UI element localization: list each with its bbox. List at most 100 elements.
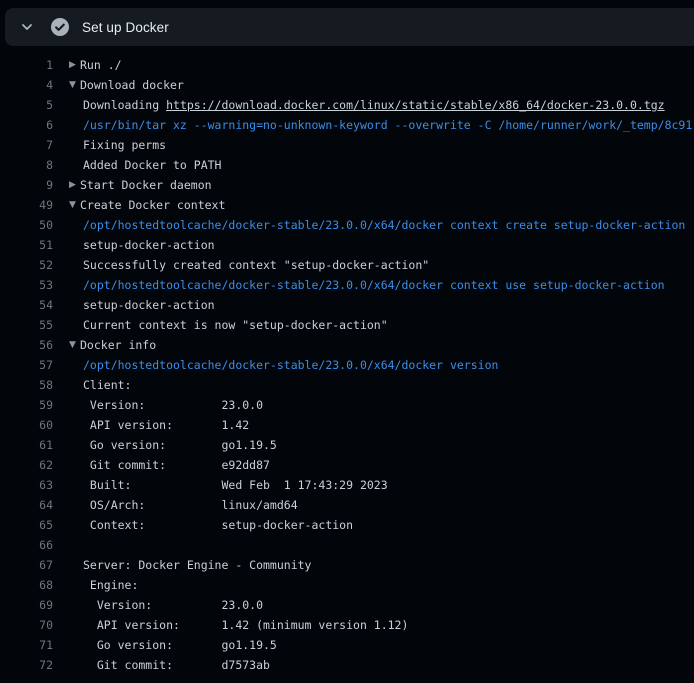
log-line-text: Built: Wed Feb 1 17:43:29 2023 [69,475,388,495]
log-line: 66 [0,535,694,555]
line-number[interactable]: 67 [0,555,53,575]
log-line-text: /opt/hostedtoolcache/docker-stable/23.0.… [69,215,685,235]
log-text: OS/Arch: linux/amd64 [83,498,298,512]
log-text: Fixing perms [83,138,166,152]
line-number[interactable]: 50 [0,215,53,235]
triangle-expanded-icon[interactable]: ▼ [69,335,80,355]
log-line-text: /opt/hostedtoolcache/docker-stable/23.0.… [69,355,498,375]
log-text: Version: 23.0.0 [83,598,263,612]
chevron-down-icon[interactable] [19,19,35,35]
log-line: 70 API version: 1.42 (minimum version 1.… [0,615,694,635]
line-number[interactable]: 65 [0,515,53,535]
line-number[interactable]: 61 [0,435,53,455]
line-number[interactable]: 72 [0,655,53,675]
log-text: Successfully created context "setup-dock… [83,258,429,272]
log-group-line[interactable]: 1 ▶Run ./ [0,55,694,75]
line-number[interactable]: 68 [0,575,53,595]
line-number[interactable]: 4 [0,75,53,95]
log-group-line[interactable]: 49 ▼Create Docker context [0,195,694,215]
group-title-text: Download docker [80,78,184,92]
log-line: 6/usr/bin/tar xz --warning=no-unknown-ke… [0,115,694,135]
log-line: 54 setup-docker-action [0,295,694,315]
group-title-text: Run ./ [80,58,122,72]
log-line-text: Fixing perms [69,135,166,155]
group-title-text: Create Docker context [80,198,225,212]
line-number[interactable]: 62 [0,455,53,475]
line-number[interactable]: 7 [0,135,53,155]
line-number[interactable]: 54 [0,295,53,315]
log-group-line[interactable]: 4 ▼Download docker [0,75,694,95]
triangle-collapsed-icon[interactable]: ▶ [69,175,80,195]
triangle-collapsed-icon[interactable]: ▶ [69,55,80,75]
log-line: 59 Version: 23.0.0 [0,395,694,415]
group-title-text: Docker info [80,338,156,352]
log-line-text: setup-docker-action [69,295,215,315]
log-line-text: Git commit: e92dd87 [69,455,270,475]
line-number[interactable]: 59 [0,395,53,415]
log-line: 55Current context is now "setup-docker-a… [0,315,694,335]
log-text: setup-docker-action [83,238,215,252]
line-number[interactable]: 52 [0,255,53,275]
log-line: 51 setup-docker-action [0,235,694,255]
log-output: 1▶Run ./4▼Download docker5Downloading ht… [0,46,694,683]
line-number[interactable]: 66 [0,535,53,555]
log-line: 58 Client: [0,375,694,395]
log-line: 64 OS/Arch: linux/amd64 [0,495,694,515]
line-number[interactable]: 1 [0,55,53,75]
line-number[interactable]: 9 [0,175,53,195]
log-line: 8 Added Docker to PATH [0,155,694,175]
log-line-text: /opt/hostedtoolcache/docker-stable/23.0.… [69,275,665,295]
log-group-line[interactable]: 9 ▶Start Docker daemon [0,175,694,195]
log-text: Built: Wed Feb 1 17:43:29 2023 [83,478,388,492]
log-text: Downloading [83,98,166,112]
log-line-text: setup-docker-action [69,235,215,255]
command-text: /opt/hostedtoolcache/docker-stable/23.0.… [83,358,498,372]
group-title-text: Start Docker daemon [80,178,212,192]
line-number[interactable]: 51 [0,235,53,255]
log-line-text: Context: setup-docker-action [69,515,353,535]
log-line: 60 API version: 1.42 [0,415,694,435]
command-text: /usr/bin/tar xz --warning=no-unknown-key… [83,118,692,132]
line-number[interactable]: 6 [0,115,53,135]
log-text: Context: setup-docker-action [83,518,353,532]
line-number[interactable]: 60 [0,415,53,435]
line-number[interactable]: 55 [0,315,53,335]
log-line: 52 Successfully created context "setup-do… [0,255,694,275]
log-line-text: /usr/bin/tar xz --warning=no-unknown-key… [69,115,692,135]
triangle-expanded-icon[interactable]: ▼ [69,75,80,95]
line-number[interactable]: 53 [0,275,53,295]
line-number[interactable]: 5 [0,95,53,115]
line-number[interactable]: 64 [0,495,53,515]
triangle-expanded-icon[interactable]: ▼ [69,195,80,215]
command-text: /opt/hostedtoolcache/docker-stable/23.0.… [83,218,685,232]
log-text: Added Docker to PATH [83,158,221,172]
line-number[interactable]: 49 [0,195,53,215]
line-number[interactable]: 71 [0,635,53,655]
line-number[interactable]: 69 [0,595,53,615]
log-line: 62 Git commit: e92dd87 [0,455,694,475]
log-text: Version: 23.0.0 [83,398,263,412]
group-title: ▼Create Docker context [69,195,225,215]
log-text: API version: 1.42 [83,418,249,432]
line-number[interactable]: 63 [0,475,53,495]
log-line: 7 Fixing perms [0,135,694,155]
step-header[interactable]: Set up Docker [5,8,694,46]
log-line: 71 Go version: go1.19.5 [0,635,694,655]
log-line-text: Successfully created context "setup-dock… [69,255,429,275]
log-group-line[interactable]: 56 ▼Docker info [0,335,694,355]
log-line-text: Downloading https://download.docker.com/… [69,95,665,115]
log-line: 5 Downloading https://download.docker.com… [0,95,694,115]
line-number[interactable]: 57 [0,355,53,375]
log-link[interactable]: https://download.docker.com/linux/static… [166,98,665,112]
log-text: Server: Docker Engine - Community [83,558,311,572]
log-line-text: Go version: go1.19.5 [69,635,277,655]
log-line: 61 Go version: go1.19.5 [0,435,694,455]
line-number[interactable]: 8 [0,155,53,175]
line-number[interactable]: 56 [0,335,53,355]
line-number[interactable]: 58 [0,375,53,395]
log-line-text: API version: 1.42 (minimum version 1.12) [69,615,408,635]
log-text: Git commit: e92dd87 [83,458,270,472]
line-number[interactable]: 70 [0,615,53,635]
log-text: Git commit: d7573ab [83,658,270,672]
log-text: Client: [83,378,131,392]
